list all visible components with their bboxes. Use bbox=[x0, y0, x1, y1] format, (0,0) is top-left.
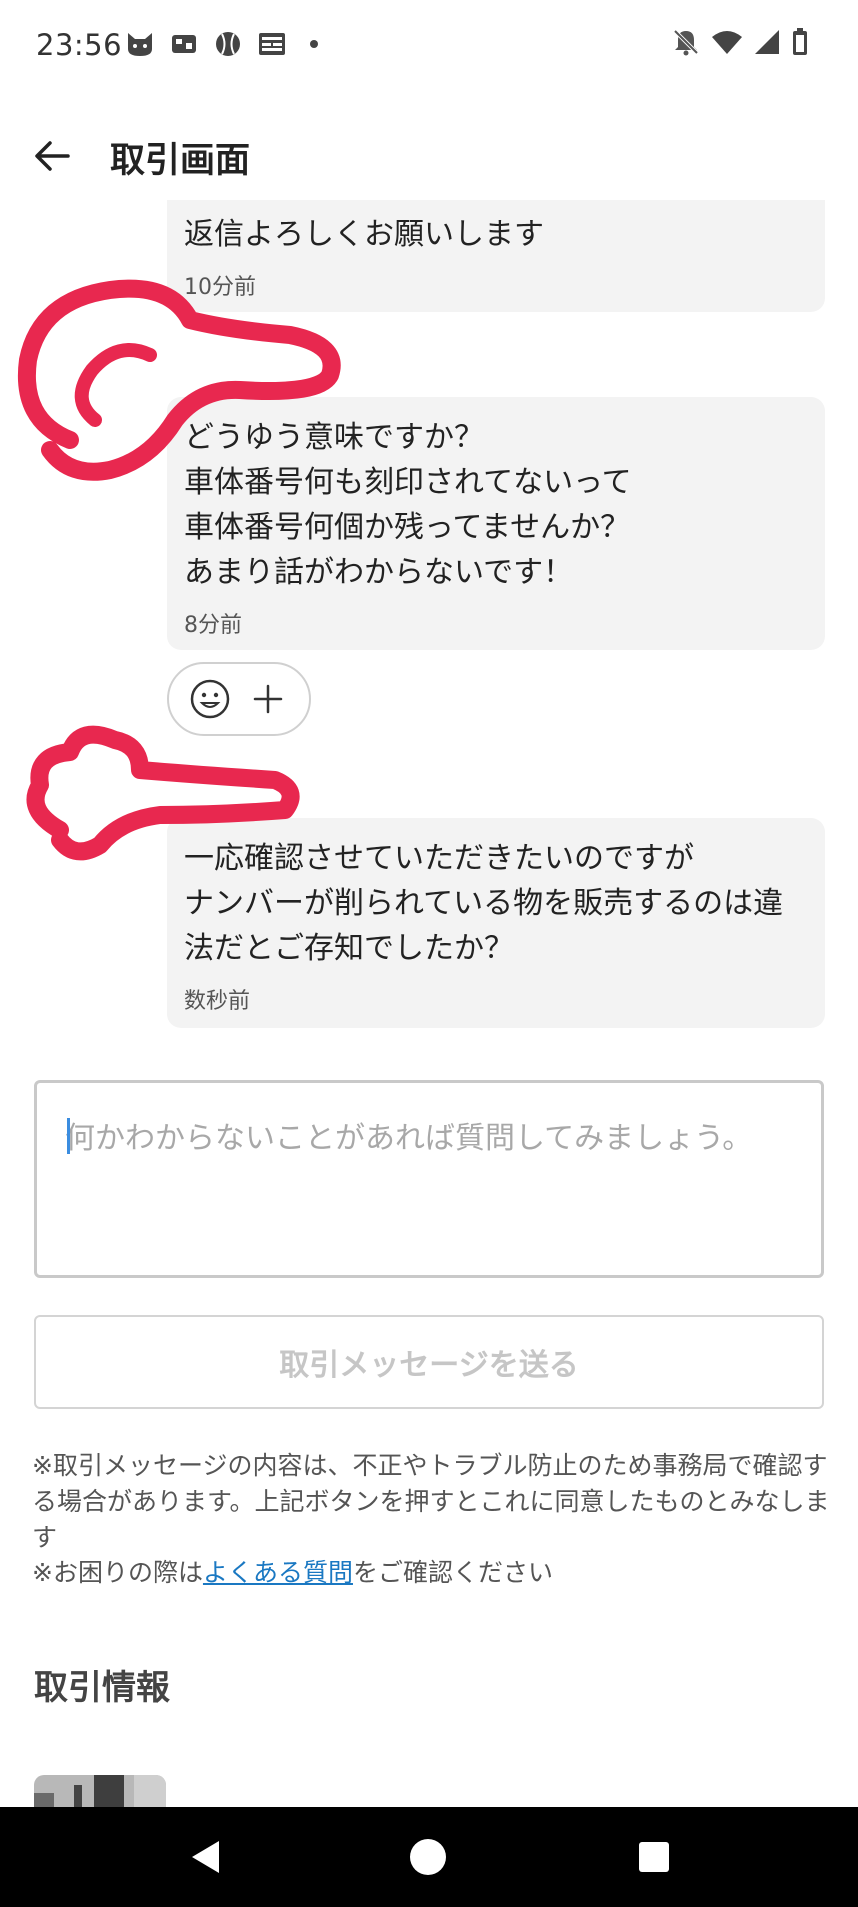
status-time: 23:56 bbox=[36, 28, 123, 62]
message-text: 返信よろしくお願いします bbox=[184, 217, 544, 252]
back-button[interactable] bbox=[30, 134, 74, 178]
message-text: 一応確認させていただきたいのですが ナンバーが削られている物を販売するのは違法だ… bbox=[184, 841, 784, 966]
message-bubble: どうゆう意味ですか？ 車体番号何も刻印されてないって 車体番号何個か残ってません… bbox=[167, 397, 825, 650]
nav-back-icon[interactable] bbox=[184, 1835, 228, 1879]
app-bar: 取引画面 bbox=[0, 110, 858, 200]
cat-icon bbox=[126, 30, 154, 58]
system-icons bbox=[672, 28, 808, 60]
message-time: 8分前 bbox=[184, 613, 242, 638]
text-caret bbox=[67, 1118, 70, 1154]
faq-prefix: ※お困りの際は bbox=[32, 1558, 203, 1587]
plus-icon[interactable] bbox=[245, 676, 291, 722]
message-text: どうゆう意味ですか？ 車体番号何も刻印されてないって 車体番号何個か残ってません… bbox=[184, 420, 632, 590]
baseball-icon bbox=[214, 30, 242, 58]
silent-bell-icon bbox=[672, 28, 700, 60]
faq-suffix: をご確認ください bbox=[352, 1558, 553, 1587]
system-nav-bar bbox=[0, 1807, 858, 1907]
notification-icons bbox=[126, 30, 318, 58]
nav-recents-icon[interactable] bbox=[632, 1835, 676, 1879]
message-time: 10分前 bbox=[184, 275, 256, 300]
reaction-bar bbox=[167, 662, 311, 736]
signal-icon bbox=[754, 29, 780, 59]
page-title: 取引画面 bbox=[110, 141, 251, 181]
status-bar: 23:56 bbox=[0, 0, 858, 96]
send-message-button[interactable]: 取引メッセージを送る bbox=[34, 1315, 824, 1409]
smiley-icon[interactable] bbox=[187, 676, 233, 722]
message-bubble: 一応確認させていただきたいのですが ナンバーが削られている物を販売するのは違法だ… bbox=[167, 818, 825, 1028]
nav-home-icon[interactable] bbox=[406, 1835, 450, 1879]
back-arrow-icon bbox=[35, 141, 70, 171]
faq-notice: ※お困りの際はよくある質問をご確認ください bbox=[32, 1555, 553, 1591]
news-icon bbox=[258, 30, 286, 58]
message-bubble: 返信よろしくお願いします 10分前 bbox=[167, 200, 825, 312]
section-title: 取引情報 bbox=[34, 1668, 170, 1708]
game-icon bbox=[170, 30, 198, 58]
dot-icon bbox=[310, 40, 318, 48]
message-time: 数秒前 bbox=[184, 989, 251, 1014]
message-input[interactable] bbox=[34, 1080, 824, 1278]
faq-link[interactable]: よくある質問 bbox=[203, 1558, 353, 1587]
battery-icon bbox=[792, 28, 808, 60]
wifi-icon bbox=[712, 29, 742, 59]
notice-text: ※取引メッセージの内容は、不正やトラブル防止のため事務局で確認する場合があります… bbox=[32, 1451, 830, 1552]
